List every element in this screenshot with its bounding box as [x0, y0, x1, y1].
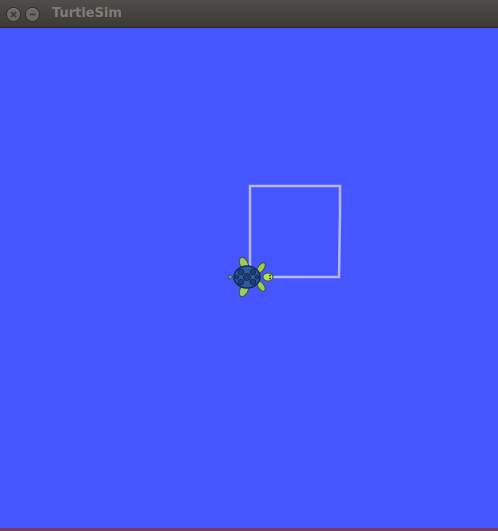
close-icon — [10, 11, 17, 18]
minimize-icon — [29, 13, 36, 16]
window-title: TurtleSim — [52, 6, 122, 21]
canvas-drawing — [228, 184, 342, 298]
turtlesim-window: TurtleSim — [0, 0, 498, 531]
title-bar[interactable]: TurtleSim — [0, 0, 498, 28]
minimize-button[interactable] — [26, 8, 39, 21]
turtle-canvas — [0, 28, 498, 528]
close-button[interactable] — [7, 8, 20, 21]
